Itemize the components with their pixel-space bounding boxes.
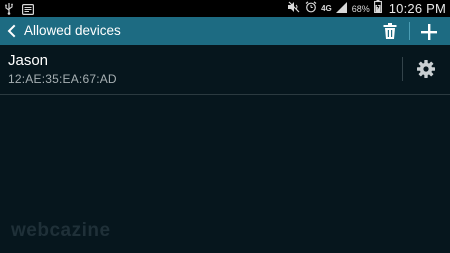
device-row[interactable]: Jason 12:AE:35:EA:67:AD bbox=[0, 45, 450, 94]
device-name: Jason bbox=[8, 52, 49, 69]
status-bar: 4G 68% 10:26 PM bbox=[0, 0, 450, 17]
gear-icon[interactable] bbox=[416, 59, 436, 79]
4g-icon: 4G bbox=[321, 3, 332, 13]
plus-icon[interactable] bbox=[418, 21, 440, 43]
back-chevron-icon[interactable] bbox=[5, 24, 19, 38]
row-divider bbox=[402, 57, 403, 81]
trash-icon[interactable] bbox=[380, 21, 400, 41]
list-divider bbox=[0, 94, 450, 95]
status-bar-right: 4G 68% 10:26 PM bbox=[287, 0, 446, 17]
battery-icon bbox=[373, 0, 382, 18]
watermark: webcazine bbox=[11, 220, 111, 241]
signal-icon bbox=[335, 0, 348, 18]
device-mac-address: 12:AE:35:EA:67:AD bbox=[8, 72, 117, 86]
alarm-icon bbox=[305, 0, 317, 18]
page-title: Allowed devices bbox=[24, 23, 121, 38]
action-bar: Allowed devices bbox=[0, 17, 450, 45]
action-bar-divider bbox=[409, 22, 410, 40]
battery-percent: 68% bbox=[351, 3, 370, 14]
mute-icon bbox=[287, 0, 301, 18]
clock: 10:26 PM bbox=[388, 1, 446, 16]
